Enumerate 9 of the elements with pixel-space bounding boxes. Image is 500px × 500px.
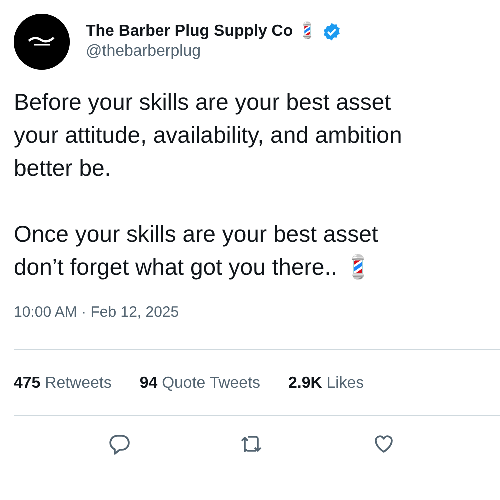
engagement-count-link[interactable]: 475 Retweets — [14, 372, 112, 396]
engagement-count-link[interactable]: 2.9K Likes — [288, 372, 364, 396]
username[interactable]: @thebarberplug — [86, 42, 342, 62]
tweet-paragraph: Before your skills are your best asset your attitude, availability, and ambition better be. — [14, 88, 404, 183]
engagement-count-link[interactable]: 94 Quote Tweets — [140, 372, 261, 396]
timestamp: 10:00 AM · Feb 12, 2025 — [14, 303, 180, 323]
avatar-logo[interactable] — [14, 14, 70, 70]
display-name[interactable]: The Barber Plug Supply Co 💈 — [86, 22, 318, 42]
tweet-paragraph: Once your skills are your best asset don’t forget what got you there.. 💈 — [14, 220, 380, 282]
